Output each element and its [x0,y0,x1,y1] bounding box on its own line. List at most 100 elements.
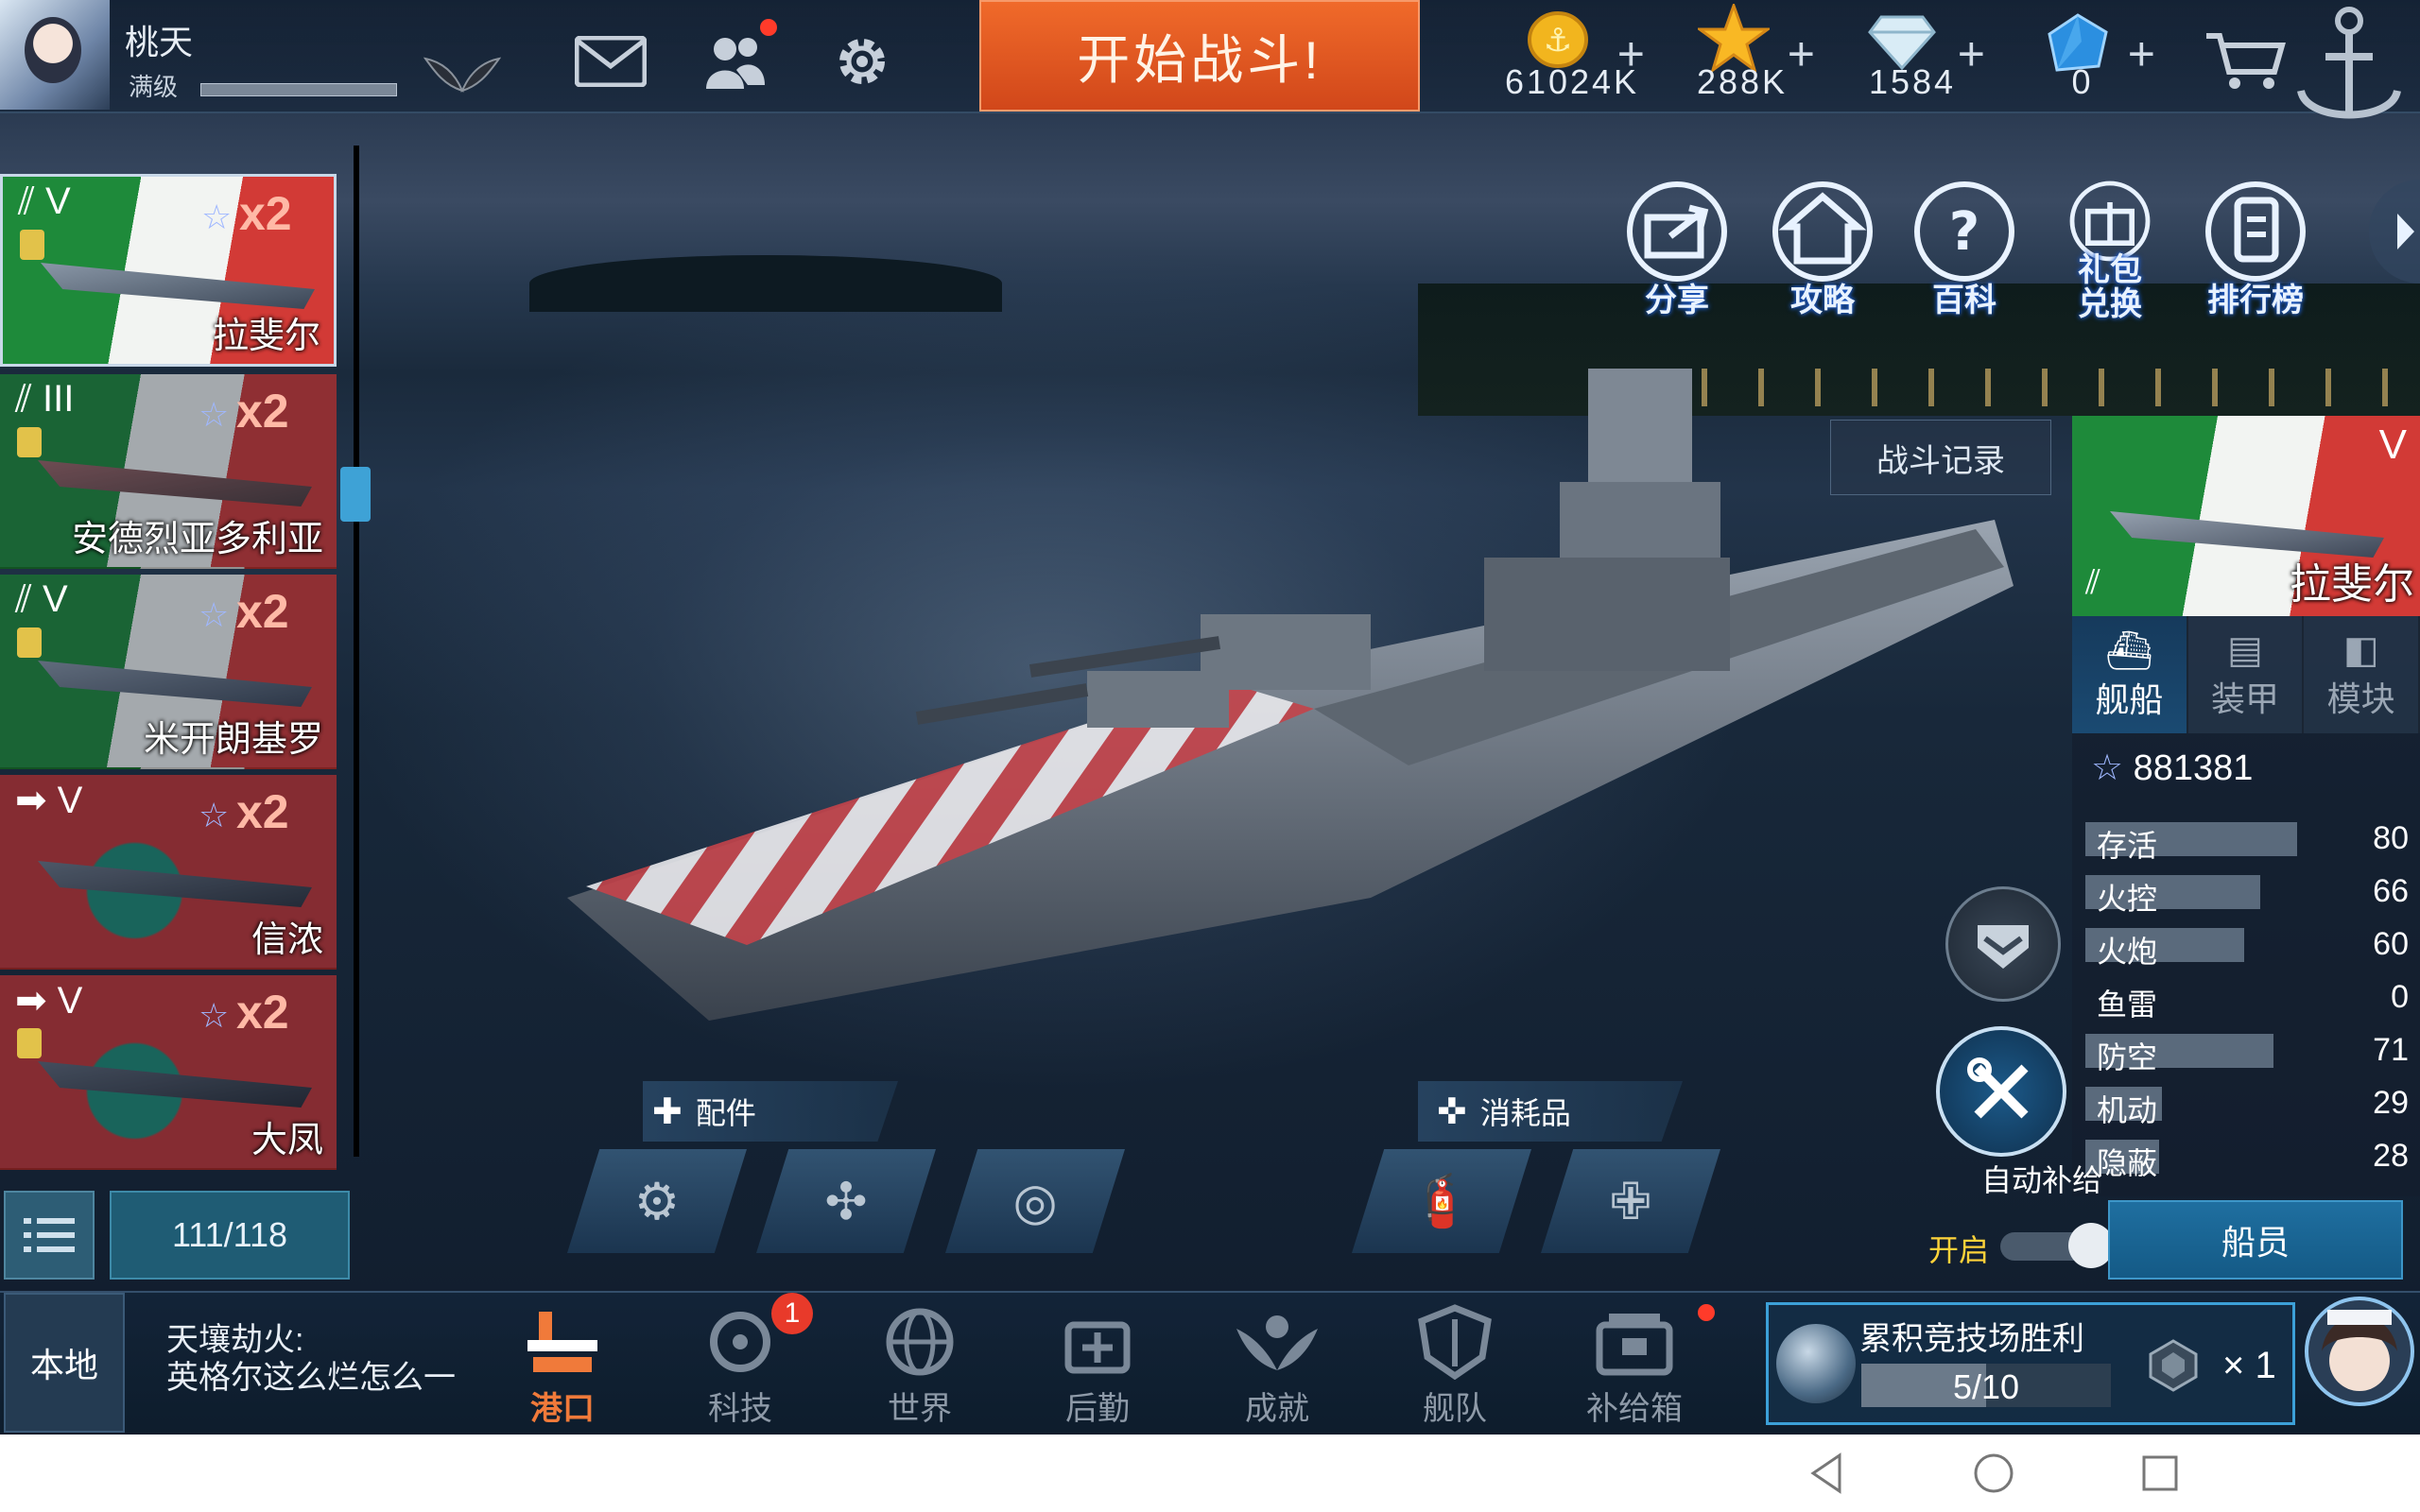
stat-value: 66 [2373,873,2409,909]
system-navigation-bar [0,1435,2420,1512]
crew-button[interactable]: 船员 [2108,1200,2403,1280]
ship-multiplier: x2 [236,785,289,838]
chat-line: 英格尔这么烂怎么一 [166,1360,456,1396]
rank-wings-icon[interactable] [424,47,501,94]
home-icon[interactable] [1970,1450,2017,1497]
ship-tier-value: V [44,180,71,222]
fleet-shield-icon [1418,1304,1492,1380]
player-avatar[interactable] [0,0,110,110]
crystal-resource[interactable]: + 0 [2002,4,2163,108]
ship-card[interactable]: ➡ V ☆ x2 信浓 [0,775,337,970]
star-icon: ☆ [199,996,230,1035]
star-resource[interactable]: + 288K [1662,4,1823,108]
ship-list-scrollbar[interactable] [354,146,359,1157]
gold-resource[interactable]: ⚓ + 61024K [1492,4,1652,108]
auto-resupply-toggle[interactable]: 开启 [1928,1219,2114,1268]
ship-tier: ➡ V [15,980,83,1022]
repair-tools-icon [1967,1057,2029,1119]
ship-name: 信浓 [251,920,323,960]
toggle-state-label: 开启 [1928,1233,1990,1267]
star-icon: ☆ [201,198,233,236]
xp-bar [200,83,397,96]
tab-module-label: 模块 [2326,679,2395,718]
ship-card[interactable]: ⫽ V ☆ x2 拉斐尔 [0,174,337,367]
start-battle-button[interactable]: 开始战斗! [979,0,1420,112]
settings-gear-icon[interactable] [824,28,900,94]
nav-label: 科技 [708,1391,772,1427]
ship-multiplier: x2 [239,187,292,240]
consumables-header: ✜ 消耗品 [1418,1081,1683,1142]
parts-header: ✚ 配件 [643,1081,898,1142]
tech-icon [710,1312,770,1372]
nav-world[interactable]: 世界 [858,1304,981,1433]
toggle-knob[interactable] [2068,1223,2114,1268]
ship-list-scroll-thumb[interactable] [340,467,371,522]
consumable-repair-icon: ✙ [1609,1173,1652,1230]
more-functions-arrow[interactable] [2369,180,2420,284]
ship-card[interactable]: ⫽ III ☆ x2 安德烈亚多利亚 [0,374,337,569]
ship-tier: ➡ V [15,780,83,821]
stat-concealment: 隐蔽 28 [2085,1136,2412,1180]
chat-channel-button[interactable]: 本地 [4,1293,125,1433]
auto-resupply-label: 自动补给 [1981,1163,2103,1197]
supply-box-icon [1596,1314,1673,1376]
gold-value: 61024K [1504,62,1640,101]
stat-value: 71 [2373,1032,2409,1068]
stat-value: 29 [2373,1085,2409,1121]
nav-label: 舰队 [1423,1391,1487,1427]
ship-tier: ⫽ V [18,180,71,222]
list-view-button[interactable] [4,1191,95,1280]
nav-fleet[interactable]: 舰队 [1393,1304,1516,1433]
ship-count: 111/118 [110,1191,350,1280]
anchor-menu-icon[interactable] [2288,0,2411,142]
nav-logistics[interactable]: 后勤 [1036,1304,1159,1433]
ship-tier: ⫽ V [15,578,68,620]
chat-line: 天壤劫火: [166,1322,304,1358]
encyclopedia-button[interactable]: ? 百科 [1910,180,2019,321]
battle-record-button[interactable]: 战斗记录 [1830,420,2051,495]
nav-harbor[interactable]: 港口 [501,1304,624,1433]
nav-achievements[interactable]: 成就 [1216,1304,1339,1433]
selected-ship-name: 拉斐尔 [2290,561,2414,608]
combat-power: ☆ 881381 [2091,747,2253,789]
arena-progress-panel[interactable]: 累积竞技场胜利 5/10 × 1 [1766,1302,2295,1425]
guide-button[interactable]: 攻略 [1768,180,1877,321]
gift-redeem-button[interactable]: 礼包兑换 [2055,180,2165,321]
tab-ship[interactable]: ⛴ 舰船 [2072,616,2188,733]
guide-home-icon [1772,181,1873,282]
share-button[interactable]: 分享 [1622,180,1732,321]
back-icon[interactable] [1804,1450,1851,1497]
camouflage-button[interactable] [1945,886,2061,1002]
ship-name: 安德烈亚多利亚 [71,520,323,559]
rank-badge-icon [17,1028,42,1058]
tab-module[interactable]: ◧ 模块 [2304,616,2420,733]
combat-power-value: 881381 [2133,748,2254,788]
ship-card[interactable]: ⫽ V ☆ x2 米开朗基罗 [0,575,337,769]
tab-armor-label: 装甲 [2211,679,2280,718]
stat-name: 火控 [2097,882,2158,916]
friends-icon[interactable] [698,28,773,94]
ship-tier-value: V [57,780,83,821]
mail-icon[interactable] [573,28,648,94]
assistant-avatar[interactable] [2299,1285,2420,1436]
stat-fire-control: 火控 66 [2085,871,2412,916]
star-icon: ☆ [2091,748,2124,788]
ship-card[interactable]: ➡ V ☆ x2 大凤 [0,975,337,1170]
leaderboard-button[interactable]: 排行榜 [2201,180,2310,321]
recents-icon[interactable] [2136,1450,2184,1497]
shop-cart-icon[interactable] [2203,26,2288,93]
ship-list[interactable]: ⫽ V ☆ x2 拉斐尔 ⫽ III ☆ x2 安德烈亚多利亚 ⫽ V ☆ x2… [0,112,352,1170]
tab-armor[interactable]: ▤ 装甲 [2187,616,2305,733]
battleship-model[interactable] [558,369,2032,1049]
chat-preview[interactable]: 天壤劫火: 英格尔这么烂怎么一 [166,1321,456,1397]
gift-redeem-label: 礼包兑换 [2078,252,2142,322]
stat-name: 存活 [2097,829,2158,863]
stat-value: 28 [2373,1138,2409,1174]
diamond-resource[interactable]: + 1584 [1832,4,1993,108]
selected-ship-tier: V [2378,421,2407,468]
arena-progress-text: 5/10 [1952,1367,2020,1406]
selected-ship-thumbnail: V ⫽ 拉斐尔 [2072,416,2420,616]
repair-button[interactable] [1936,1026,2066,1157]
distant-island [529,255,1002,312]
nav-supply-box[interactable]: 补给箱 [1573,1304,1696,1433]
